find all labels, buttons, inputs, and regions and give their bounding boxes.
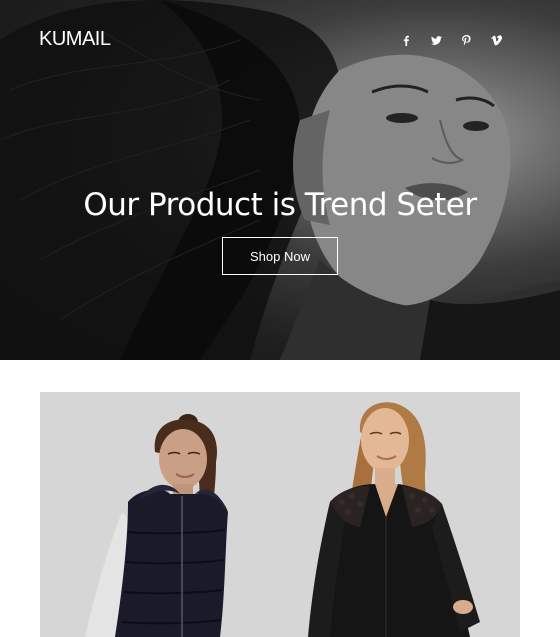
social-links: [398, 32, 504, 48]
hero-headline: Our Product is Trend Seter: [83, 186, 477, 223]
vimeo-icon[interactable]: [488, 32, 504, 48]
hero-overlay: [0, 0, 560, 360]
brand-logo[interactable]: KUMAIL: [39, 28, 111, 51]
pinterest-icon[interactable]: [458, 32, 474, 48]
twitter-icon[interactable]: [428, 32, 444, 48]
product-photo: [40, 392, 520, 637]
product-banner[interactable]: [40, 392, 520, 637]
hero-banner: KUMAIL Our Product is Trend Seter Shop N…: [0, 0, 560, 360]
facebook-icon[interactable]: [398, 32, 414, 48]
shop-now-button[interactable]: Shop Now: [222, 237, 338, 275]
